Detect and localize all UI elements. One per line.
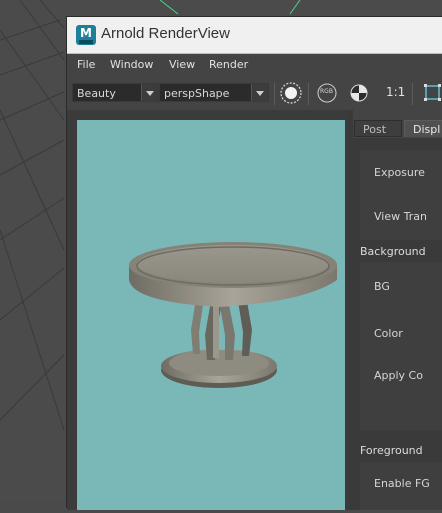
- display-settings-body: Exposure View Tran Background BG Color A…: [353, 138, 442, 510]
- toolbar-separator: [412, 83, 413, 105]
- settings-panel: Post Displ Exposure View Tran Background…: [353, 110, 442, 510]
- aov-dropdown[interactable]: Beauty: [72, 83, 159, 102]
- alpha-half-circle-icon: [350, 84, 368, 102]
- alpha-toggle-button[interactable]: [346, 81, 372, 105]
- rgb-label: RGB: [320, 88, 333, 95]
- title-bar[interactable]: M Arnold RenderView: [67, 17, 442, 54]
- apply-color-label: Apply Co: [374, 369, 423, 382]
- tab-display[interactable]: Displ: [404, 120, 442, 137]
- camera-dropdown[interactable]: perspShape: [159, 83, 269, 102]
- ratio-label: 1:1: [386, 85, 406, 99]
- menu-file[interactable]: File: [77, 58, 95, 71]
- arnold-renderview-window: M Arnold RenderView File Window View Ren…: [66, 16, 442, 510]
- ratio-1-1-button[interactable]: 1:1: [382, 81, 408, 105]
- color-label: Color: [374, 327, 403, 340]
- render-button[interactable]: [278, 81, 304, 105]
- foreground-group: Enable FG: [360, 462, 442, 510]
- tab-post[interactable]: Post: [354, 120, 402, 137]
- chevron-down-icon: [141, 84, 158, 101]
- window-title: Arnold RenderView: [101, 25, 230, 42]
- enable-fg-label: Enable FG: [374, 477, 430, 490]
- exposure-label: Exposure: [374, 166, 425, 179]
- toolbar-separator: [308, 83, 309, 105]
- region-button[interactable]: [419, 81, 442, 105]
- render-viewport[interactable]: [67, 110, 355, 510]
- foreground-section-header[interactable]: Foreground: [360, 444, 423, 457]
- maya-app-icon: M: [76, 25, 96, 45]
- app-icon-letter: M: [80, 26, 92, 40]
- view-transform-label: View Tran: [374, 210, 427, 223]
- toolbar-separator: [274, 83, 275, 105]
- menu-view[interactable]: View: [169, 58, 195, 71]
- toolbar: Beauty perspShape RGB 1:1: [67, 79, 442, 109]
- rendered-table-image: [129, 242, 337, 388]
- render-image[interactable]: [77, 120, 345, 510]
- menu-bar: File Window View Render: [67, 55, 442, 75]
- menu-window[interactable]: Window: [110, 58, 153, 71]
- rgb-channel-button[interactable]: RGB: [314, 81, 340, 105]
- aov-dropdown-value: Beauty: [77, 87, 116, 100]
- camera-dropdown-value: perspShape: [164, 87, 230, 100]
- chevron-down-icon: [251, 84, 268, 101]
- exposure-group: Exposure View Tran: [360, 150, 442, 240]
- bg-label: BG: [374, 280, 390, 293]
- region-frame-icon: [424, 84, 441, 101]
- background-section-header[interactable]: Background: [360, 245, 426, 258]
- render-circle-icon: [280, 82, 302, 104]
- menu-render[interactable]: Render: [209, 58, 248, 71]
- background-group: BG Color Apply Co: [360, 262, 442, 430]
